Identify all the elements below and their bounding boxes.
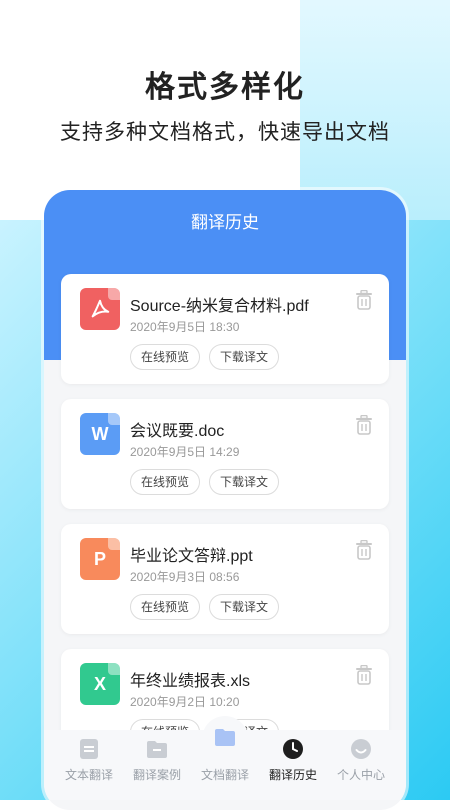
file-name: Source-纳米复合材料.pdf [130,298,309,315]
file-name: 毕业论文答辩.ppt [130,548,253,565]
history-card[interactable]: W 会议既要.doc 2020年9月5日 14:29 在线预览 下载译文 [61,399,389,509]
download-translation-button[interactable]: 下载译文 [209,344,280,370]
file-date: 2020年9月2日 10:20 [130,695,240,709]
tab-label: 个人中心 [336,768,385,782]
trash-icon[interactable] [355,540,373,560]
preview-online-button[interactable]: 在线预览 [130,344,201,370]
file-name: 年终业绩报表.xls [130,673,251,690]
tab-label: 文本翻译 [64,768,113,782]
pdf-symbol-icon [91,299,110,318]
tab-label: 翻译历史 [268,768,317,782]
trash-icon[interactable] [355,290,373,310]
download-translation-button[interactable]: 下载译文 [209,469,280,495]
clock-icon [283,739,303,759]
tab-label: 文档翻译 [200,768,249,782]
folder-icon [147,741,167,758]
preview-online-button[interactable]: 在线预览 [130,594,201,620]
document-folder-icon [215,729,235,746]
screen-title: 翻译历史 [191,213,259,232]
trash-icon[interactable] [355,665,373,685]
promo-subline: 支持多种文档格式，快速导出文档 [60,121,390,144]
download-translation-button[interactable]: 下载译文 [209,594,280,620]
ppt-icon: P [80,538,120,580]
file-date: 2020年9月5日 14:29 [130,445,240,459]
bottom-tab-bar: 文本翻译 翻译案例 文档翻译 翻译历史 个人中心 [44,716,406,800]
trash-icon[interactable] [355,415,373,435]
file-name: 会议既要.doc [130,423,225,440]
excel-icon: X [80,663,120,705]
phone-screen: 翻译历史 Source-纳米复合材料.pdf 2020年9月5日 18:30 在… [44,190,406,810]
text-doc-icon [80,739,98,759]
file-date: 2020年9月5日 18:30 [130,320,240,334]
history-card[interactable]: Source-纳米复合材料.pdf 2020年9月5日 18:30 在线预览 下… [61,274,389,384]
promo-headline: 格式多样化 [145,71,305,104]
file-date: 2020年9月3日 08:56 [130,570,240,584]
smiley-icon [351,739,371,759]
history-card[interactable]: P 毕业论文答辩.ppt 2020年9月3日 08:56 在线预览 下载译文 [61,524,389,634]
pdf-icon [80,288,120,330]
preview-online-button[interactable]: 在线预览 [130,469,201,495]
tab-label: 翻译案例 [132,768,181,782]
word-doc-icon: W [80,413,120,455]
